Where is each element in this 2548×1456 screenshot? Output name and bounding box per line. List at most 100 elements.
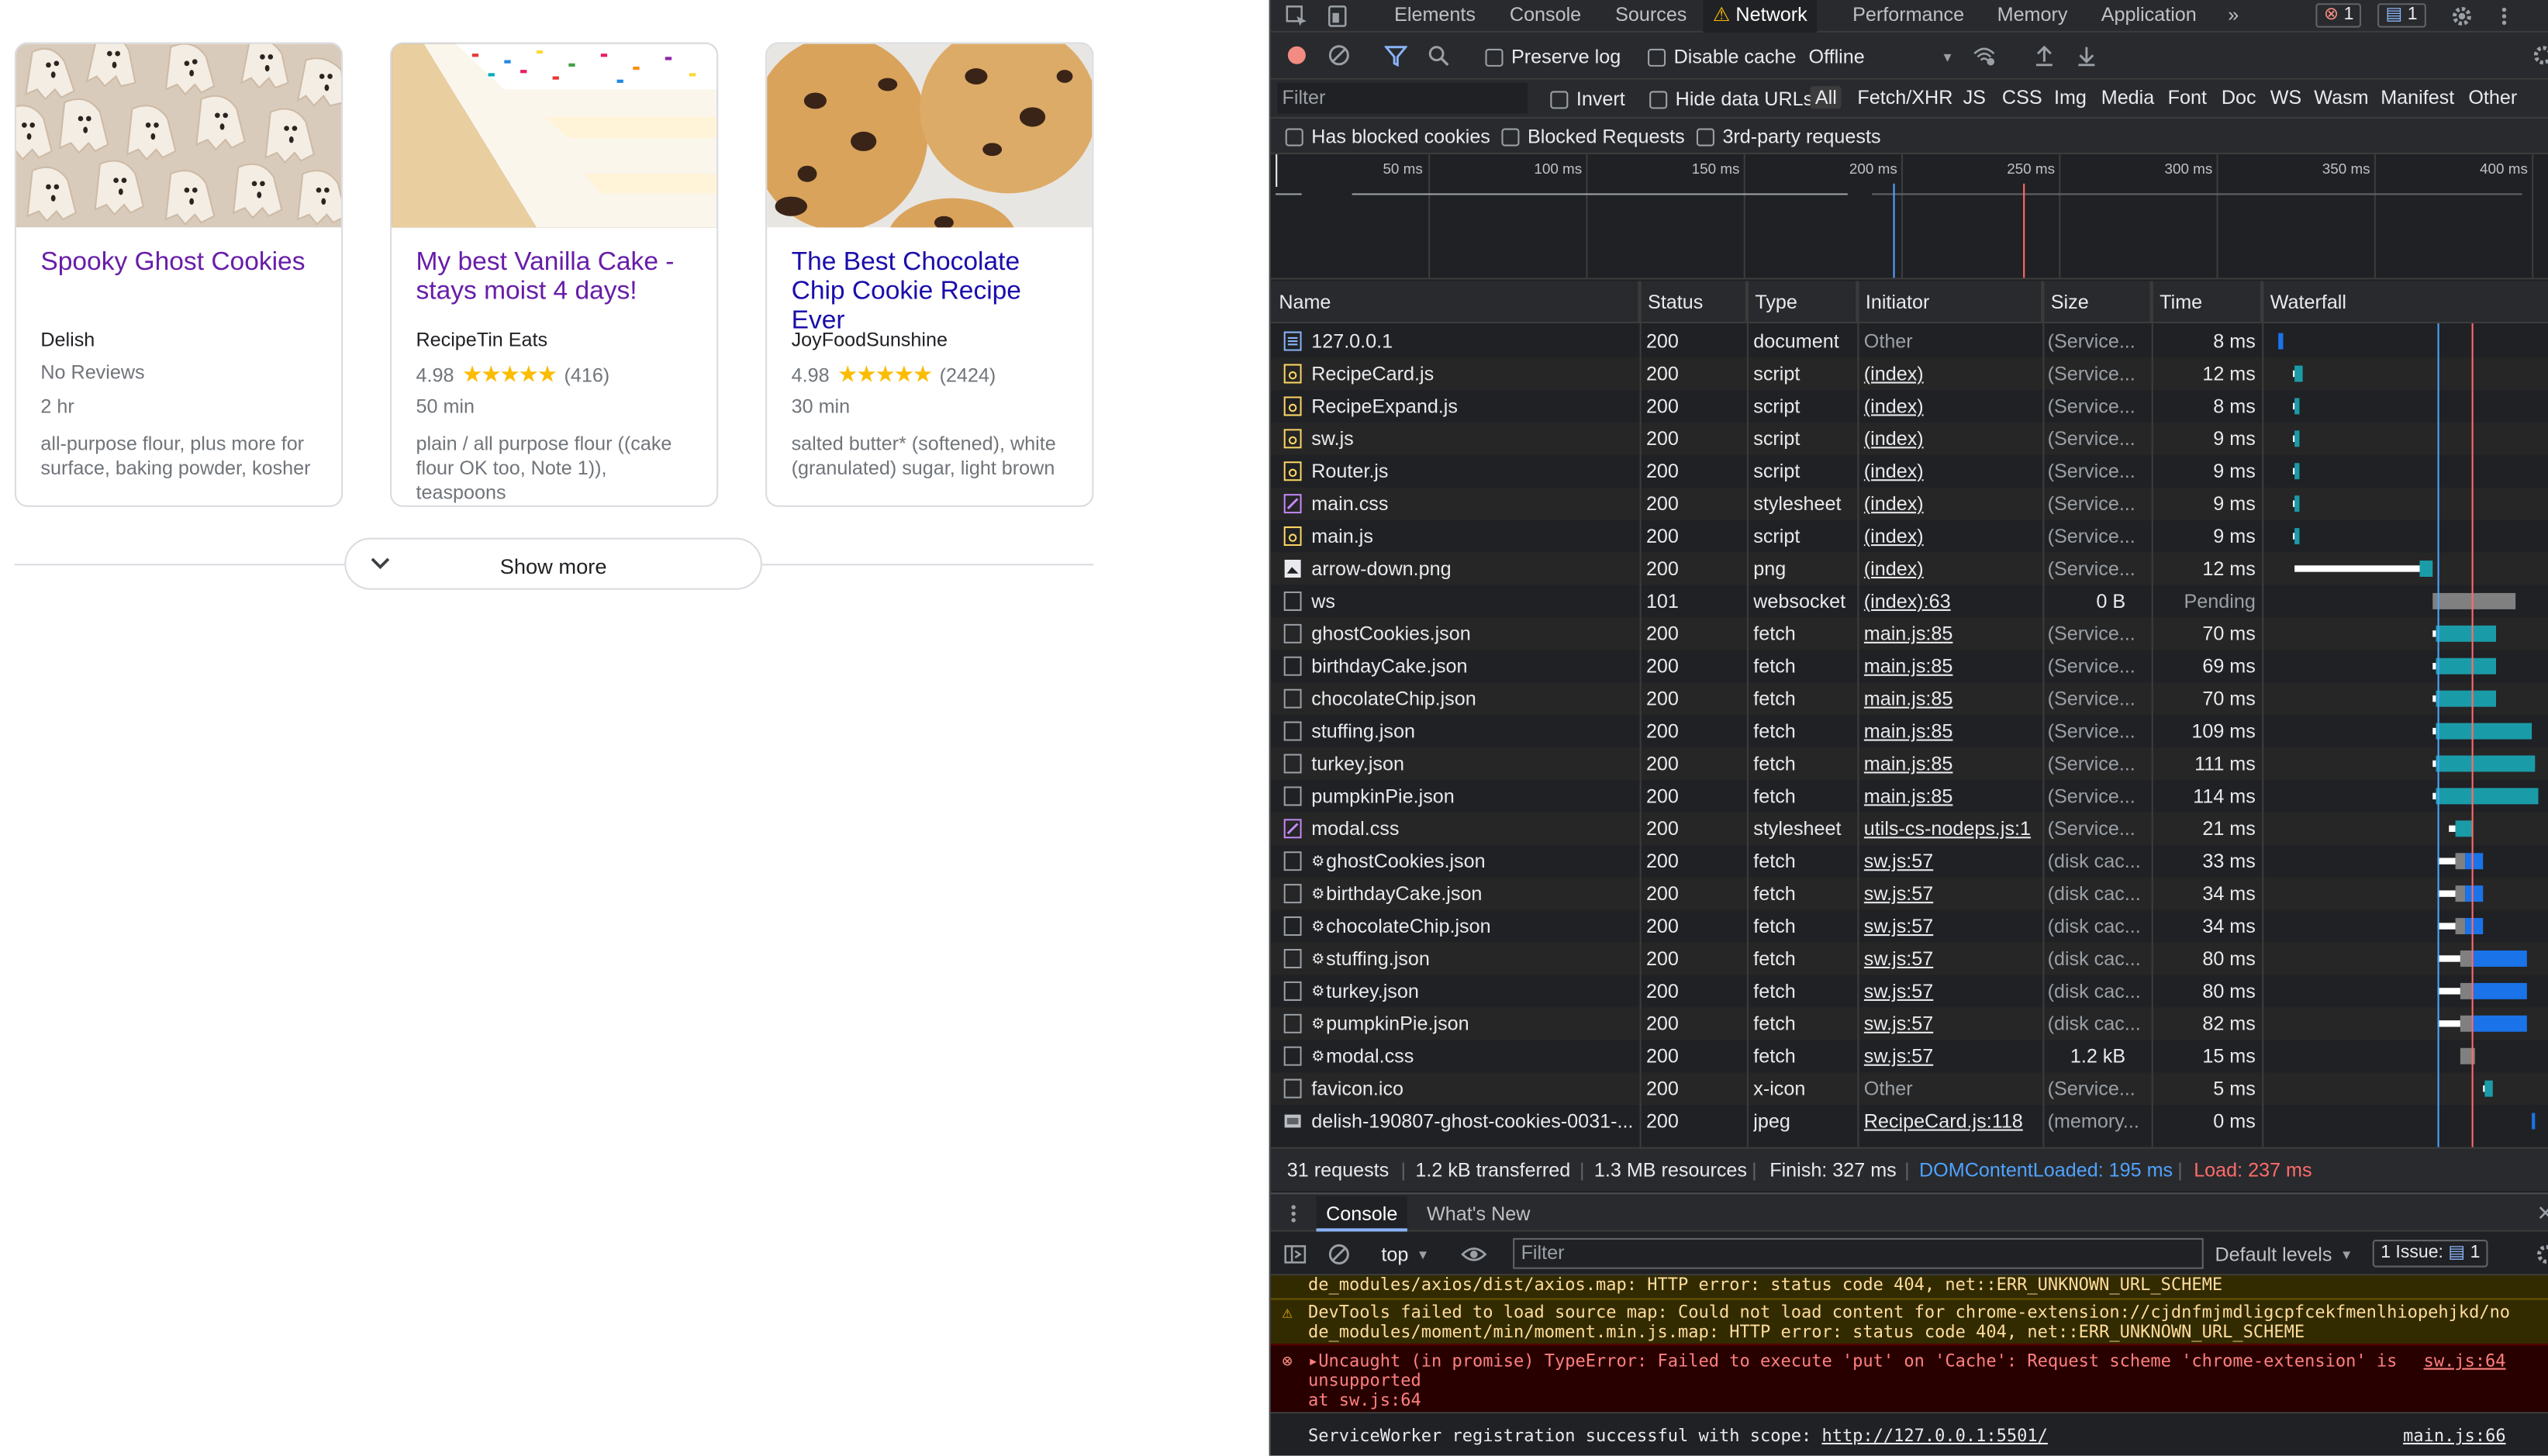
request-initiator[interactable]: RecipeCard.js:118	[1864, 1105, 2039, 1137]
network-conditions-icon[interactable]	[1973, 44, 1995, 67]
filter-type-img[interactable]: Img	[2054, 86, 2087, 109]
table-row[interactable]: main.js 200 script (index) (Service... 9 ms	[1271, 520, 2548, 553]
column-initiator[interactable]: Initiator	[1857, 281, 2043, 324]
table-row[interactable]: turkey.json ⚙ 200 fetch sw.js:57 (disk cac..…	[1271, 975, 2548, 1007]
request-initiator[interactable]: sw.js:57	[1864, 910, 2039, 943]
table-row[interactable]: 127.0.0.1 200 document Other (Service... 8 ms	[1271, 325, 2548, 357]
request-initiator[interactable]: (index)	[1864, 553, 2039, 585]
column-time[interactable]: Time	[2152, 281, 2263, 324]
table-row[interactable]: delish-190807-ghost-cookies-0031-... 200 j…	[1271, 1105, 2548, 1137]
table-row[interactable]: modal.css 200 stylesheet utils-cs-nodeps.js…	[1270, 812, 2548, 845]
request-initiator[interactable]: (index)	[1864, 455, 2039, 488]
card-title[interactable]: My best Vanilla Cake - stays moist 4 day…	[416, 249, 697, 307]
has-blocked-cookies-checkbox[interactable]: Has blocked cookies	[1285, 125, 1490, 148]
request-initiator[interactable]: main.js:85	[1864, 650, 2039, 682]
checkbox[interactable]	[1550, 90, 1569, 109]
tab-performance[interactable]: Performance	[1843, 0, 1974, 33]
filter-type-ws[interactable]: WS	[2270, 86, 2302, 109]
error-source-link[interactable]: sw.js:64	[2424, 1352, 2506, 1371]
issues-button[interactable]: 1 Issue: ▤ 1	[2372, 1240, 2488, 1268]
table-row[interactable]: main.css 200 stylesheet (index) (Service... 9…	[1270, 487, 2548, 520]
filter-type-all[interactable]: All	[1810, 86, 1842, 109]
blocked-requests-checkbox[interactable]: Blocked Requests	[1501, 125, 1685, 148]
clear-icon[interactable]	[1328, 44, 1350, 67]
column-waterfall[interactable]: Waterfall	[2262, 281, 2548, 323]
network-overview-timeline[interactable]: 50 ms 100 ms 150 ms 200 ms 250 ms 300 ms…	[1270, 154, 2548, 280]
overview-left-handle[interactable]	[1276, 154, 1278, 188]
console-filter-input[interactable]: Filter	[1513, 1237, 2204, 1269]
tab-sources[interactable]: Sources	[1606, 0, 1697, 33]
drawer-tab-whats-new[interactable]: What's New	[1417, 1196, 1540, 1231]
request-initiator[interactable]: sw.js:57	[1864, 1040, 2039, 1072]
error-stack[interactable]: at sw.js:64	[1308, 1391, 2548, 1410]
export-har-icon[interactable]	[2075, 44, 2097, 67]
network-settings-icon[interactable]	[2532, 44, 2548, 67]
drawer-menu-icon[interactable]	[1286, 1202, 1302, 1225]
live-expression-eye-icon[interactable]	[1461, 1243, 1487, 1265]
import-har-icon[interactable]	[2033, 44, 2056, 67]
request-initiator[interactable]: main.js:85	[1864, 715, 2039, 747]
request-initiator[interactable]: sw.js:57	[1864, 845, 2039, 878]
filter-type-other[interactable]: Other	[2468, 86, 2517, 109]
show-more-button[interactable]: Show more	[344, 537, 762, 590]
request-initiator[interactable]: main.js:85	[1864, 682, 2039, 715]
checkbox[interactable]	[1501, 127, 1520, 146]
console-settings-icon[interactable]	[2535, 1243, 2548, 1265]
filter-type-css[interactable]: CSS	[2002, 86, 2042, 109]
column-size[interactable]: Size	[2042, 281, 2152, 324]
table-row[interactable]: arrow-down.png 200 png (index) (Service... 12…	[1270, 552, 2548, 585]
card-title[interactable]: Spooky Ghost Cookies	[40, 249, 322, 278]
tab-network[interactable]: ⚠ Network	[1703, 0, 1818, 33]
recipe-card-vanilla-cake[interactable]: My best Vanilla Cake - stays moist 4 day…	[389, 42, 719, 507]
checkbox[interactable]	[1285, 127, 1303, 146]
invert-checkbox[interactable]: Invert	[1550, 88, 1625, 111]
request-initiator[interactable]: utils-cs-nodeps.js:1	[1864, 813, 2039, 845]
search-icon[interactable]	[1427, 44, 1449, 67]
request-initiator[interactable]: (index)	[1864, 520, 2039, 553]
checkbox[interactable]	[1649, 90, 1668, 109]
record-icon[interactable]	[1286, 44, 1308, 67]
table-row[interactable]: ws 101 websocket (index):63 0 B Pending	[1271, 585, 2548, 617]
more-options-icon[interactable]	[2493, 5, 2515, 27]
table-row[interactable]: pumpkinPie.json 200 fetch main.js:85 (Servic…	[1271, 780, 2548, 813]
table-row[interactable]: turkey.json 200 fetch main.js:85 (Service...…	[1270, 747, 2548, 780]
request-initiator[interactable]: (index):63	[1864, 585, 2039, 617]
request-initiator[interactable]: sw.js:57	[1864, 878, 2039, 910]
request-initiator[interactable]: sw.js:57	[1864, 975, 2039, 1007]
request-initiator[interactable]: (index)	[1864, 390, 2039, 423]
inspect-element-icon[interactable]	[1286, 5, 1308, 27]
table-row[interactable]: RecipeExpand.js 200 script (index) (Service.…	[1271, 390, 2548, 423]
filter-type-wasm[interactable]: Wasm	[2314, 86, 2368, 109]
sidebar-toggle-icon[interactable]	[1284, 1243, 1307, 1265]
table-row[interactable]: birthdayCake.json ⚙ 200 fetch sw.js:57 (disk…	[1270, 877, 2548, 910]
table-row[interactable]: chocolateChip.json 200 fetch main.js:85 (Ser…	[1270, 682, 2548, 716]
column-status[interactable]: Status	[1640, 281, 1747, 324]
table-row[interactable]: sw.js 200 script (index) (Service... 9 ms	[1270, 422, 2548, 455]
tab-elements[interactable]: Elements	[1385, 0, 1486, 33]
request-initiator[interactable]: sw.js:57	[1864, 1007, 2039, 1040]
filter-type-fetch-xhr[interactable]: Fetch/XHR	[1857, 86, 1952, 109]
request-initiator[interactable]: (index)	[1864, 423, 2039, 455]
tab-console[interactable]: Console	[1500, 0, 1590, 33]
request-initiator[interactable]: main.js:85	[1864, 780, 2039, 813]
recipe-card-ghost-cookies[interactable]: Spooky Ghost Cookies Delish No Reviews 2…	[14, 42, 344, 507]
table-row[interactable]: Router.js 200 script (index) (Service... 9 ms	[1271, 455, 2548, 488]
filter-input[interactable]: Filter	[1277, 82, 1528, 114]
filter-type-doc[interactable]: Doc	[2222, 86, 2256, 109]
console-error-message[interactable]: ⊗ ▸Uncaught (in promise) TypeError: Fail…	[1270, 1344, 2548, 1413]
table-row[interactable]: RecipeCard.js 200 script (index) (Service...…	[1270, 357, 2548, 390]
table-row[interactable]: chocolateChip.json ⚙ 200 fetch sw.js:57 (dis…	[1271, 910, 2548, 943]
table-row[interactable]: favicon.ico 200 x-icon Other (Service... 5 ms	[1270, 1072, 2548, 1106]
settings-gear-icon[interactable]	[2450, 5, 2473, 27]
disable-cache-checkbox[interactable]: Disable cache	[1648, 46, 1797, 68]
log-source-link[interactable]: main.js:66	[2403, 1427, 2505, 1446]
recipe-card-chocolate-chip[interactable]: The Best Chocolate Chip Cookie Recipe Ev…	[765, 42, 1094, 507]
context-selector[interactable]: top ▼	[1381, 1243, 1429, 1265]
table-row[interactable]: stuffing.json ⚙ 200 fetch sw.js:57 (disk cac…	[1270, 942, 2548, 975]
request-initiator[interactable]: (index)	[1864, 488, 2039, 520]
throttling-select[interactable]: Offline ▼	[1809, 46, 1954, 68]
tab-memory[interactable]: Memory	[1987, 0, 2077, 33]
table-row[interactable]: pumpkinPie.json ⚙ 200 fetch sw.js:57 (disk c…	[1270, 1007, 2548, 1040]
request-initiator[interactable]: (index)	[1864, 357, 2039, 390]
device-toolbar-icon[interactable]	[1326, 5, 1348, 27]
